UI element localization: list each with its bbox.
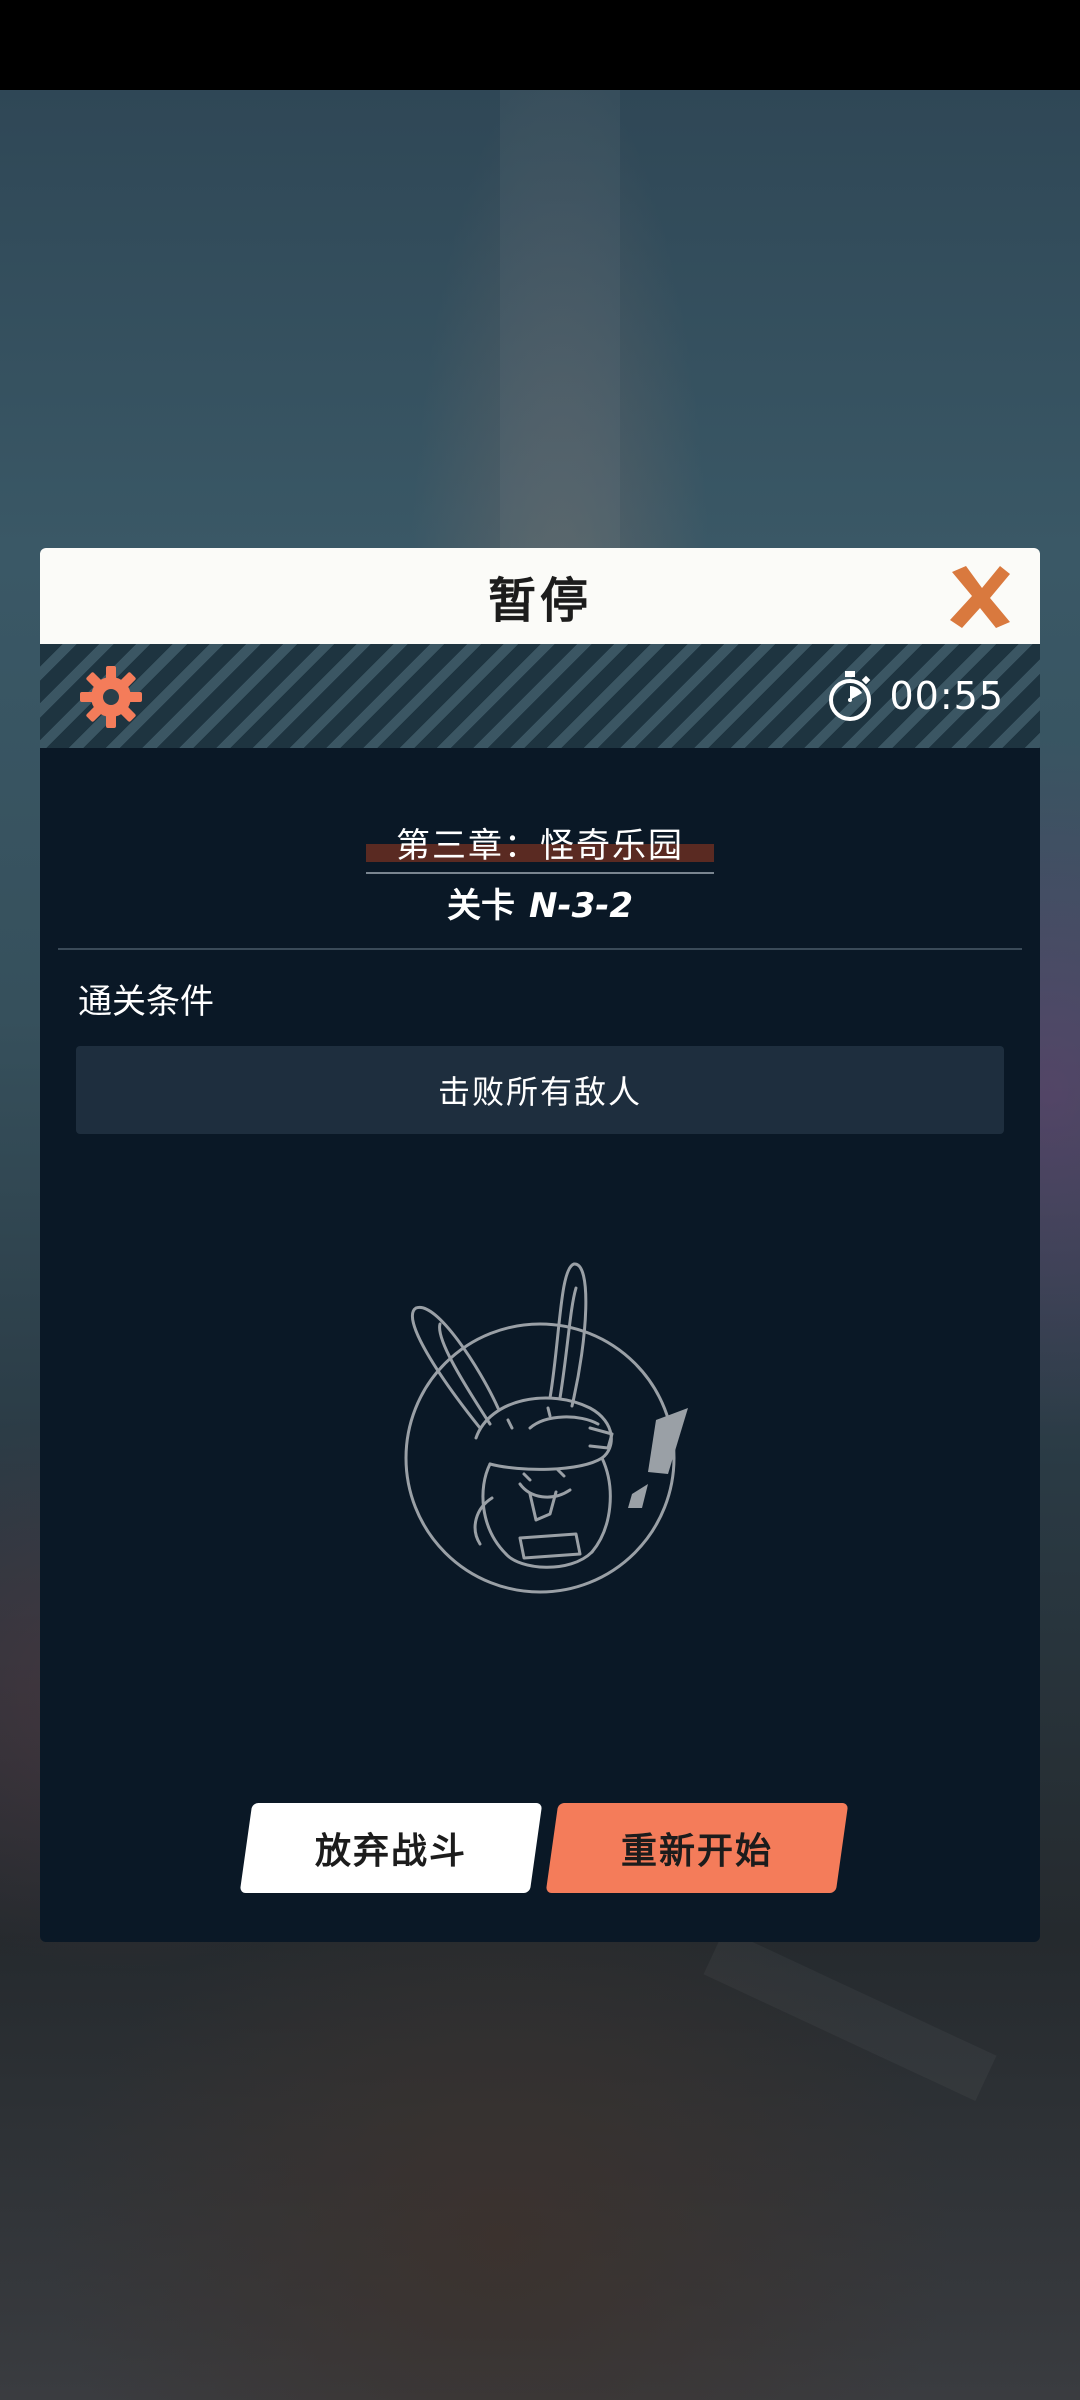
chapter-title: 第三章：怪奇乐园: [40, 818, 1040, 867]
timer-text: 00:55: [889, 674, 1004, 718]
abandon-battle-label: 放弃战斗: [314, 1831, 467, 1872]
stage-prefix: 关卡: [447, 886, 515, 926]
battle-timer: 00:55: [825, 666, 1004, 726]
abandon-battle-button[interactable]: 放弃战斗: [239, 1803, 543, 1893]
divider: [58, 948, 1022, 950]
stopwatch-icon: [829, 671, 872, 721]
status-bar: [0, 0, 1080, 90]
clear-condition-text: 击败所有敌人: [437, 1073, 642, 1111]
clear-condition-label: 通关条件: [78, 982, 214, 1022]
stage-code: N-3-2: [529, 886, 633, 926]
dialog-header: 暂停: [40, 548, 1040, 644]
dialog-title: 暂停: [487, 573, 592, 629]
pause-dialog: 暂停 00:55 第三章：怪奇乐园 关卡 N-3-2 通关条件 击败所有敌人 放…: [40, 548, 1040, 1942]
bunny-mascot-icon: [404, 1262, 688, 1594]
stage-title: 关卡 N-3-2: [40, 878, 1040, 927]
close-icon[interactable]: [946, 562, 1014, 630]
info-bar: 00:55: [40, 644, 1040, 748]
chapter-underline: [366, 872, 714, 874]
chapter-text: 第三章：怪奇乐园: [396, 826, 684, 866]
gear-icon[interactable]: [78, 664, 144, 730]
restart-button[interactable]: 重新开始: [545, 1803, 849, 1893]
restart-label: 重新开始: [620, 1831, 773, 1872]
clear-condition-box: 击败所有敌人: [76, 1046, 1004, 1134]
